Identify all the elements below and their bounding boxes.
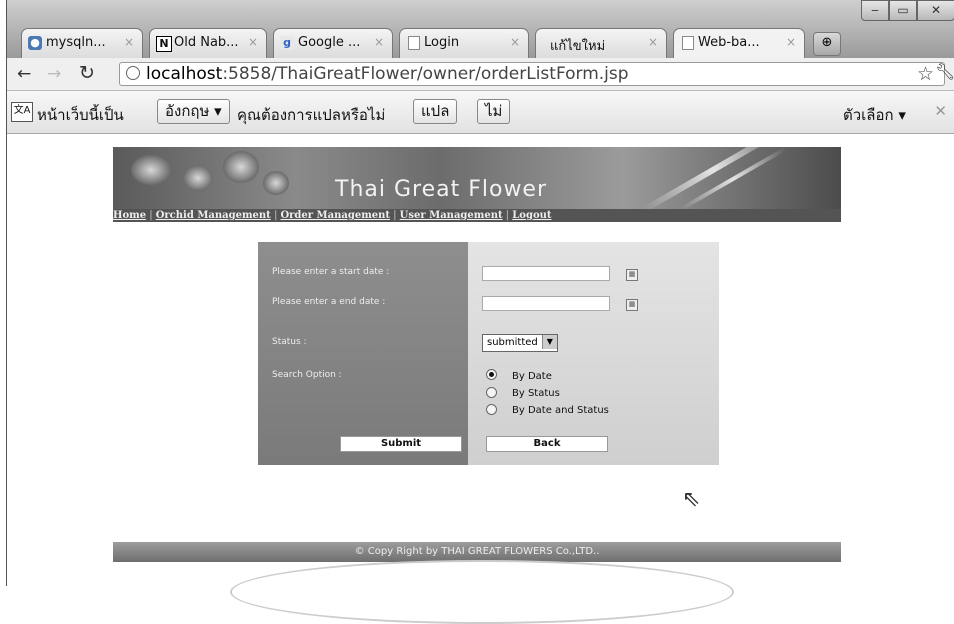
end-date-label: Please enter a end date :	[272, 297, 386, 307]
maximize-button[interactable]: ▭	[889, 0, 917, 21]
close-icon[interactable]: ×	[786, 35, 796, 49]
status-select[interactable]: submitted ▼	[482, 334, 558, 352]
maximize-icon: ▭	[897, 3, 909, 17]
wrench-icon[interactable]: 🔧︎	[935, 62, 954, 81]
tab-label: Google ...	[298, 35, 361, 50]
radio-label-by-date-and-status: By Date and Status	[512, 405, 609, 416]
page-footer: © Copy Right by THAI GREAT FLOWERS Co.,L…	[113, 542, 841, 562]
nav-user-management[interactable]: User Management	[400, 210, 503, 221]
mouse-cursor-icon: ⇖	[682, 487, 701, 512]
tab-label: Login	[424, 35, 460, 50]
translate-button[interactable]: แปล	[413, 99, 458, 124]
close-icon[interactable]: ×	[374, 35, 384, 49]
translate-icon: 文A	[11, 102, 33, 122]
tab-edit-new[interactable]: แก้ไขใหม่ ×	[535, 28, 667, 58]
nav-home[interactable]: Home	[113, 210, 146, 221]
translate-bar: 文A หน้าเว็บนี้เป็น อังกฤษ ▾ คุณต้องการแป…	[7, 91, 954, 134]
tab-label: แก้ไขใหม่	[550, 39, 606, 54]
chevron-down-icon: ▼	[541, 335, 557, 349]
search-option-label: Search Option :	[272, 370, 342, 380]
plus-icon: ⊕	[821, 35, 833, 50]
calendar-icon[interactable]: ▦	[626, 299, 638, 311]
radio-by-date-and-status[interactable]	[486, 404, 497, 415]
nav-separator: |	[393, 210, 397, 221]
options-menu[interactable]: ตัวเลือก ▾	[843, 103, 906, 127]
close-icon[interactable]: ×	[248, 35, 258, 49]
mysql-icon: ●	[28, 36, 42, 50]
order-search-form: Please enter a start date : ▦ Please ent…	[258, 242, 719, 465]
tab-old-nab[interactable]: N Old Nab... ×	[149, 28, 267, 58]
nav-separator: |	[505, 210, 510, 221]
url-path: :5858/ThaiGreatFlower/owner/orderListFor…	[222, 64, 629, 84]
radio-label-by-status: By Status	[512, 388, 560, 399]
translate-question: คุณต้องการแปลหรือไม่	[237, 106, 386, 124]
tab-google[interactable]: g Google ... ×	[273, 28, 393, 58]
address-bar[interactable]: localhost:5858/ThaiGreatFlower/owner/ord…	[119, 62, 945, 86]
radio-by-date[interactable]	[486, 369, 497, 380]
options-label: ตัวเลือก	[843, 106, 894, 124]
site-nav: Home | Orchid Management | Order Management |…	[113, 209, 841, 222]
chevron-down-icon: ▾	[214, 102, 222, 120]
close-icon: ✕	[930, 3, 942, 17]
tab-login[interactable]: Login ×	[399, 28, 529, 58]
start-date-label: Please enter a start date :	[272, 267, 390, 277]
tab-web-based[interactable]: Web-ba... ×	[673, 28, 805, 58]
orchid-graphic	[183, 165, 213, 191]
orchid-graphic	[263, 171, 289, 195]
n-logo-icon: N	[156, 36, 172, 52]
close-icon[interactable]: ×	[648, 35, 658, 49]
back-arrow-icon[interactable]: ←	[17, 64, 31, 84]
chevron-down-icon: ▾	[898, 106, 906, 124]
page-icon	[408, 36, 420, 50]
orchid-graphic	[223, 151, 259, 183]
new-tab-button[interactable]: ⊕	[813, 32, 841, 56]
tab-label: Web-ba...	[698, 35, 760, 50]
url-host: localhost	[146, 64, 223, 84]
close-icon[interactable]: ×	[510, 35, 520, 49]
watermark-seal	[230, 560, 734, 624]
back-button[interactable]: Back	[486, 436, 608, 452]
nav-separator: |	[273, 210, 278, 221]
close-icon[interactable]: ×	[124, 35, 134, 49]
submit-button[interactable]: Submit	[340, 436, 462, 452]
reload-icon[interactable]: ↻	[79, 63, 95, 83]
star-icon[interactable]: ☆	[917, 63, 934, 85]
start-date-input[interactable]	[482, 266, 610, 281]
close-window-button[interactable]: ✕	[917, 0, 954, 21]
tab-label: Old Nab...	[174, 35, 239, 50]
status-value: submitted	[487, 337, 538, 348]
tab-mysql[interactable]: ● mysqln... ×	[21, 28, 143, 58]
light-streak	[642, 147, 784, 209]
nav-orchid-management[interactable]: Orchid Management	[156, 210, 271, 221]
site-banner: Thai Great Flower	[113, 147, 841, 209]
translate-prefix: หน้าเว็บนี้เป็น	[37, 106, 124, 124]
radio-label-by-date: By Date	[512, 371, 552, 382]
banner-title: Thai Great Flower	[335, 177, 548, 202]
tab-strip: ● mysqln... × N Old Nab... × g Google ..…	[7, 0, 954, 58]
calendar-icon[interactable]: ▦	[626, 269, 638, 281]
minimize-icon: ‒	[871, 3, 879, 17]
radio-by-status[interactable]	[486, 387, 497, 398]
browser-toolbar: ← → ↻ localhost:5858/ThaiGreatFlower/own…	[7, 58, 954, 91]
page-info-icon	[126, 66, 140, 80]
nav-order-management[interactable]: Order Management	[280, 210, 390, 221]
orchid-graphic	[131, 155, 171, 185]
google-icon: g	[280, 36, 294, 50]
nav-separator: |	[149, 210, 153, 221]
language-value: อังกฤษ	[165, 102, 210, 120]
end-date-input[interactable]	[482, 296, 610, 311]
tab-label: mysqln...	[46, 35, 106, 50]
no-translate-button[interactable]: ไม่	[477, 99, 511, 124]
page-icon	[682, 36, 694, 50]
nav-logout[interactable]: Logout	[512, 210, 551, 221]
language-dropdown[interactable]: อังกฤษ ▾	[157, 99, 230, 124]
status-label: Status :	[272, 337, 307, 347]
minimize-button[interactable]: ‒	[861, 0, 889, 21]
forward-arrow-icon[interactable]: →	[47, 64, 61, 84]
close-icon[interactable]: ✕	[934, 102, 947, 120]
